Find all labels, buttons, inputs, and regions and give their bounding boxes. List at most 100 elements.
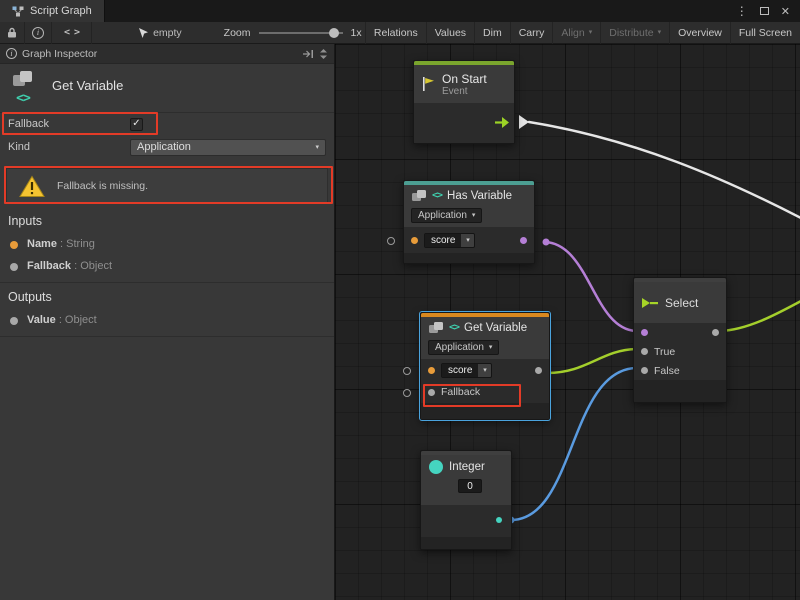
fallback-checkbox[interactable]: ✓ bbox=[130, 118, 143, 131]
node-header: <> Has Variable Application ▾ bbox=[404, 185, 534, 227]
node-title: On Start bbox=[442, 72, 487, 86]
kind-label: Kind bbox=[8, 141, 30, 153]
port-name: Name bbox=[27, 238, 57, 250]
cursor-icon bbox=[138, 27, 148, 39]
node-body: score ▾ bbox=[404, 227, 534, 253]
chevron-down-icon: ▾ bbox=[478, 364, 491, 377]
port-name: Value bbox=[27, 314, 56, 326]
chevron-down-icon: ▾ bbox=[489, 344, 493, 351]
kind-dropdown[interactable]: Application ▾ bbox=[130, 139, 326, 156]
condition-input-port[interactable] bbox=[641, 329, 648, 336]
select-icon bbox=[641, 296, 659, 310]
integer-output-port[interactable] bbox=[496, 517, 502, 523]
tab-script-graph[interactable]: Script Graph bbox=[0, 0, 105, 22]
true-input-port[interactable] bbox=[641, 348, 648, 355]
zoom-slider[interactable] bbox=[259, 32, 343, 34]
scope-dropdown[interactable]: Application ▾ bbox=[428, 340, 499, 355]
selection-indicator: empty bbox=[138, 27, 182, 39]
graph-icon bbox=[12, 6, 24, 17]
wire-value-select-out bbox=[720, 301, 800, 331]
info-icon: i bbox=[32, 27, 44, 39]
chevron-down-icon: ▾ bbox=[658, 29, 662, 36]
fullscreen-button[interactable]: Full Screen bbox=[730, 22, 800, 44]
node-body: True False bbox=[634, 323, 726, 380]
port-type: : Object bbox=[74, 260, 112, 272]
node-select[interactable]: Select True False bbox=[633, 277, 727, 403]
false-input-port[interactable] bbox=[641, 367, 648, 374]
node-body bbox=[414, 103, 514, 143]
kind-value: Application bbox=[137, 141, 191, 153]
port-row: score ▾ bbox=[404, 227, 534, 253]
variable-name-field[interactable]: score ▾ bbox=[441, 363, 492, 378]
wire-bool-hasvariable-select bbox=[545, 242, 636, 331]
close-icon[interactable]: ✕ bbox=[781, 5, 790, 18]
empty-port-ring[interactable] bbox=[403, 367, 411, 375]
inspector-title: Graph Inspector bbox=[22, 48, 97, 60]
selection-label: empty bbox=[153, 27, 182, 39]
node-header: On Start Event bbox=[414, 65, 514, 103]
flow-output-port[interactable] bbox=[494, 116, 510, 134]
scroll-arrows-icon[interactable] bbox=[319, 48, 328, 60]
node-title: Get Variable bbox=[464, 322, 527, 334]
menu-kebab-icon[interactable]: ⋮ bbox=[736, 5, 748, 17]
scope-dropdown[interactable]: Application ▾ bbox=[411, 208, 482, 223]
zoom-label: Zoom bbox=[224, 27, 251, 39]
zoom-slider-handle[interactable] bbox=[329, 28, 339, 38]
lock-button[interactable] bbox=[0, 22, 25, 44]
dim-button[interactable]: Dim bbox=[474, 22, 510, 44]
flag-icon bbox=[421, 76, 436, 92]
code-teal-icon: <> bbox=[16, 91, 30, 106]
relations-button[interactable]: Relations bbox=[365, 22, 426, 44]
string-input-port[interactable] bbox=[428, 367, 435, 374]
fallback-label: Fallback bbox=[8, 118, 49, 130]
node-integer[interactable]: Integer 0 bbox=[420, 450, 512, 550]
flow-arrow-icon bbox=[494, 116, 510, 129]
variables-icon bbox=[12, 70, 34, 87]
code-icon: < > bbox=[64, 27, 79, 38]
maximize-icon[interactable] bbox=[760, 2, 769, 20]
chevron-down-icon: ▾ bbox=[461, 234, 474, 247]
node-on-start[interactable]: On Start Event bbox=[413, 60, 515, 144]
fallback-input-port[interactable] bbox=[428, 389, 435, 396]
code-view-button[interactable]: < > bbox=[52, 22, 92, 44]
variables-icon bbox=[428, 321, 444, 334]
node-footer bbox=[421, 537, 511, 549]
node-has-variable[interactable]: <> Has Variable Application ▾ score ▾ bbox=[403, 180, 535, 264]
code-teal-icon: <> bbox=[449, 322, 459, 333]
distribute-button: Distribute▾ bbox=[600, 22, 669, 44]
value-output-port[interactable] bbox=[535, 367, 542, 374]
graph-canvas[interactable]: On Start Event <> Has Variable bbox=[335, 44, 800, 600]
integer-icon bbox=[428, 459, 444, 475]
empty-port-ring[interactable] bbox=[403, 389, 411, 397]
variable-name-field[interactable]: score ▾ bbox=[424, 233, 475, 248]
node-body: score ▾ Fallback bbox=[421, 359, 549, 403]
chevron-down-icon: ▾ bbox=[315, 144, 319, 151]
outputs-header: Outputs bbox=[8, 290, 52, 304]
inspector-header: i Graph Inspector bbox=[0, 44, 334, 64]
warning-box: Fallback is missing. bbox=[6, 168, 328, 204]
connection-wires bbox=[335, 44, 800, 600]
overview-button[interactable]: Overview bbox=[669, 22, 730, 44]
script-graph-window: Script Graph ⋮ ✕ i < > empty Zoom 1x Rel… bbox=[0, 0, 800, 600]
object-port-icon bbox=[10, 317, 18, 325]
string-input-port[interactable] bbox=[411, 237, 418, 244]
node-get-variable[interactable]: <> Get Variable Application ▾ score ▾ bbox=[420, 312, 550, 420]
wire-flow-onstart bbox=[529, 122, 800, 218]
input-fallback-row: Fallback : Object bbox=[0, 258, 334, 276]
output-value-row: Value : Object bbox=[0, 312, 334, 330]
node-title: Select bbox=[665, 296, 698, 310]
titlebar: Script Graph ⋮ ✕ bbox=[0, 0, 800, 22]
scope-value: Application bbox=[418, 210, 467, 221]
dock-arrow-icon[interactable] bbox=[302, 49, 314, 59]
bool-output-port[interactable] bbox=[520, 237, 527, 244]
inspect-button[interactable]: i bbox=[25, 22, 52, 44]
integer-value-field[interactable]: 0 bbox=[458, 479, 482, 493]
empty-port-ring[interactable] bbox=[387, 237, 395, 245]
scope-value: Application bbox=[435, 342, 484, 353]
check-icon: ✓ bbox=[132, 119, 140, 129]
fallback-port-label: Fallback bbox=[441, 386, 480, 398]
node-header: <> Get Variable Application ▾ bbox=[421, 317, 549, 359]
selection-output-port[interactable] bbox=[712, 329, 719, 336]
carry-button[interactable]: Carry bbox=[510, 22, 553, 44]
values-button[interactable]: Values bbox=[426, 22, 474, 44]
